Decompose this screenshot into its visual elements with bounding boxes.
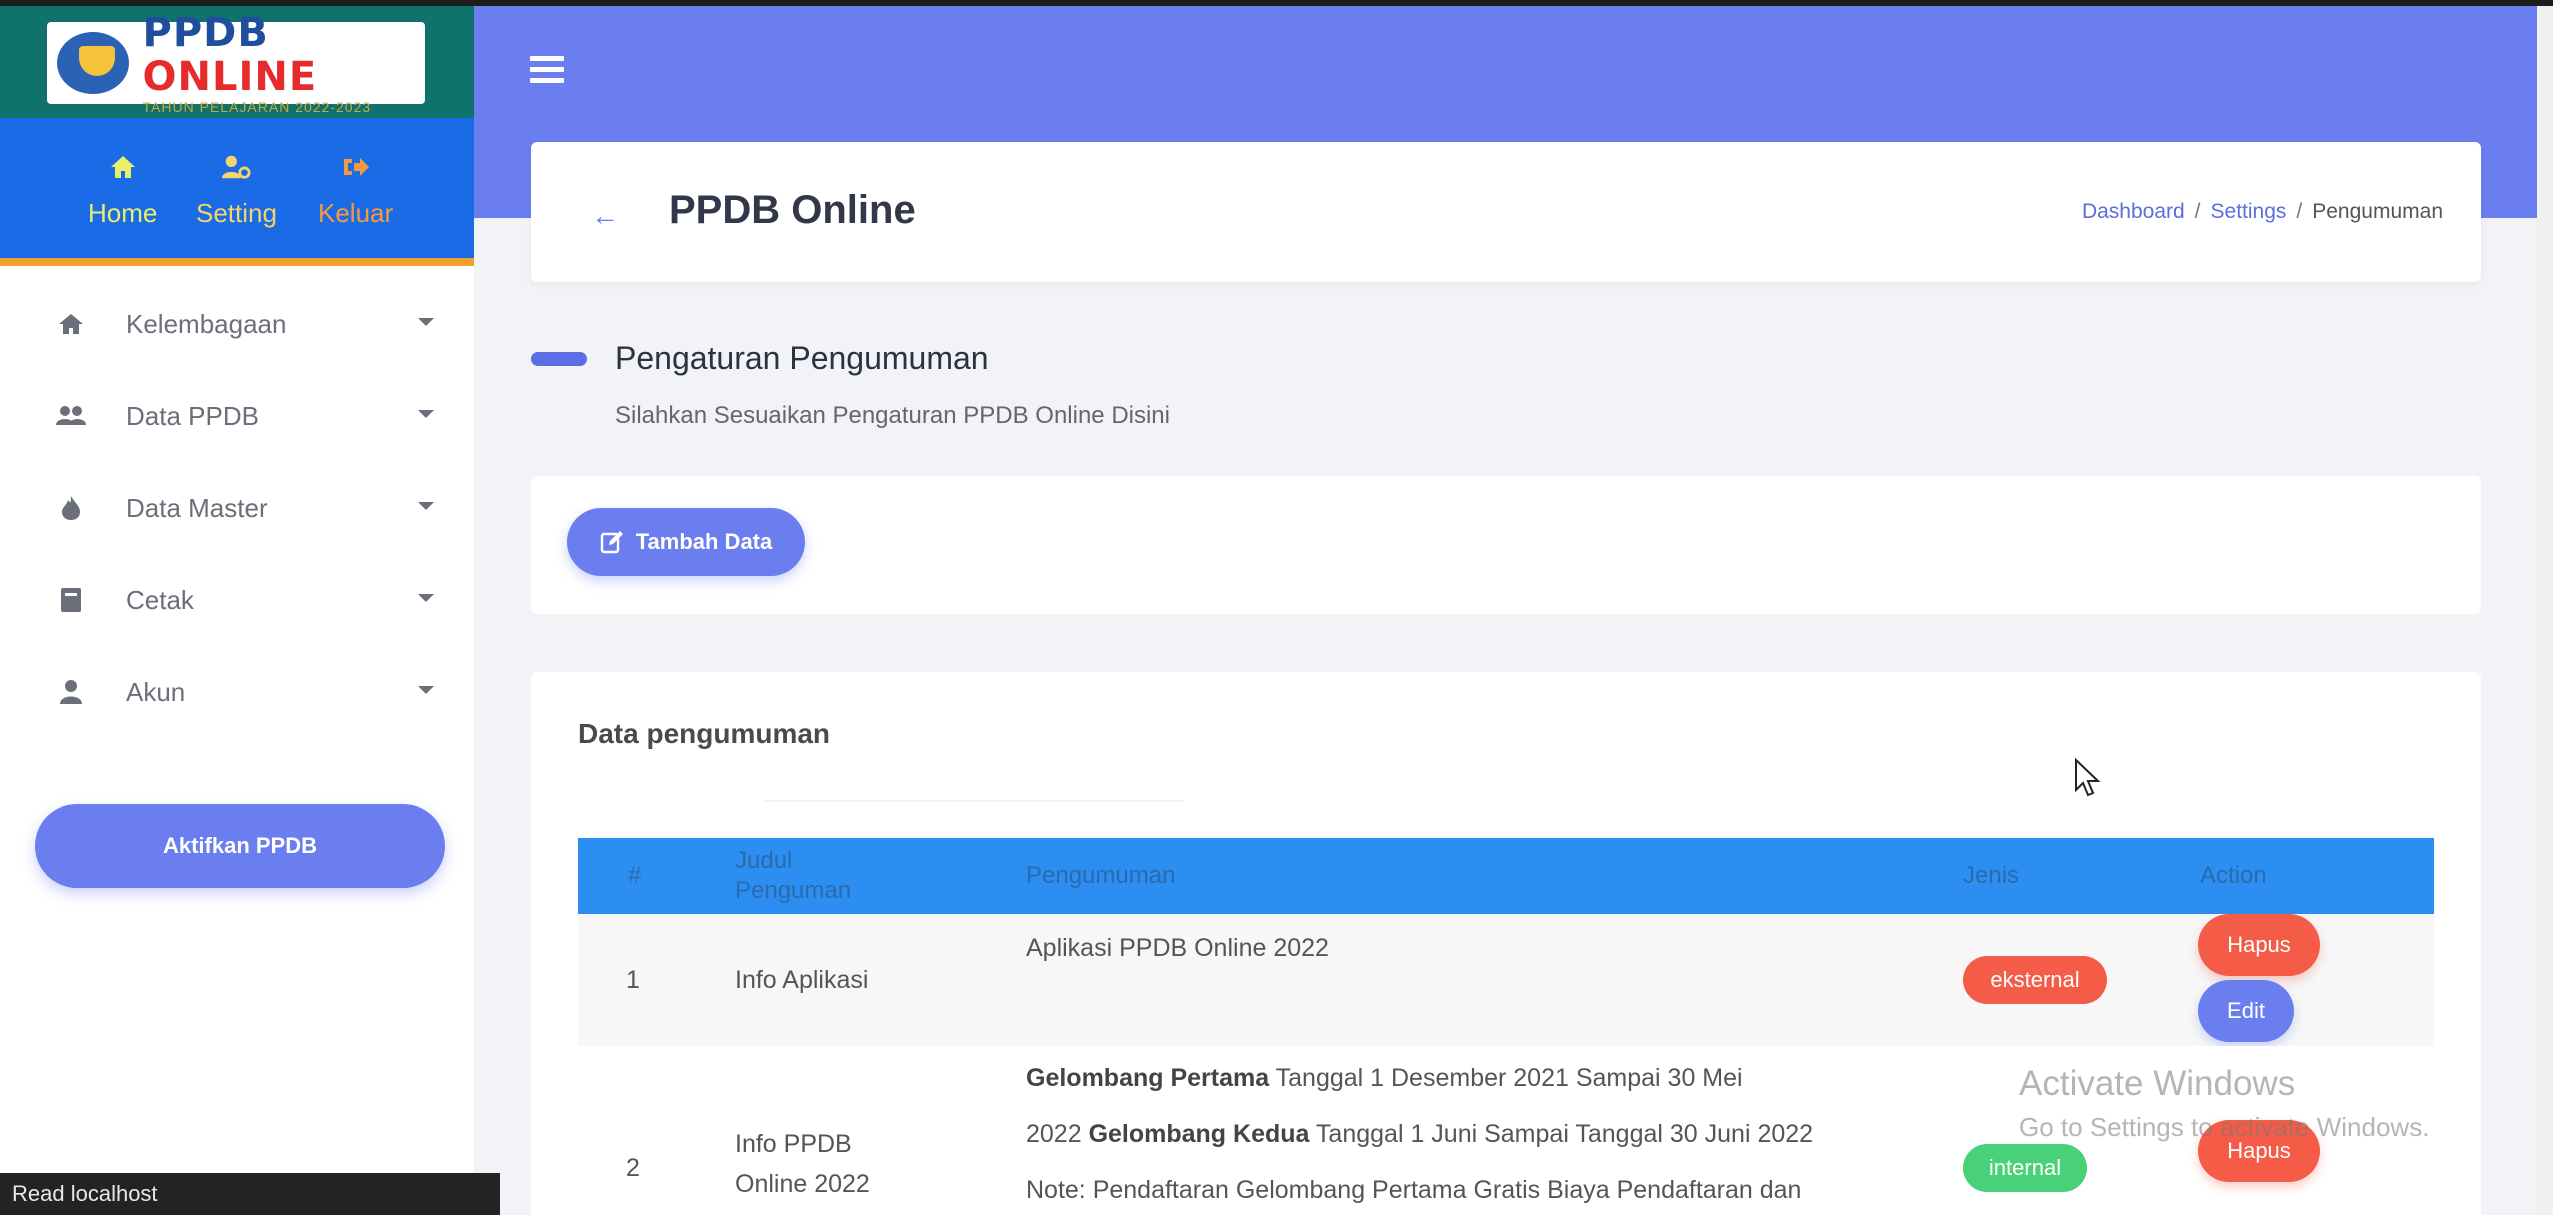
row-judul: Info Aplikasi [735, 966, 869, 994]
edit-icon [600, 531, 623, 554]
sidebar-item-data-ppdb[interactable]: Data PPDB [0, 370, 474, 462]
emblem-icon [57, 32, 129, 94]
sidebar-item-cetak[interactable]: Cetak [0, 554, 474, 646]
sign-out-icon [341, 152, 371, 182]
row-number: 2 [626, 1154, 640, 1182]
row-pengumuman: Aplikasi PPDB Online 2022 [1026, 934, 1329, 962]
table-row: 1 Info Aplikasi Aplikasi PPDB Online 202… [578, 914, 2434, 1046]
logo-title-online: ONLINE [142, 54, 318, 100]
book-icon [56, 585, 86, 615]
chevron-down-icon [418, 594, 434, 602]
top-menu: Home Setting Keluar [0, 118, 474, 266]
edit-button[interactable]: Edit [2198, 980, 2294, 1042]
jenis-badge: internal [1963, 1144, 2087, 1192]
sidebar-item-label: Akun [126, 676, 186, 707]
row-judul-line: Online 2022 [735, 1170, 870, 1198]
section-subtitle: Silahkan Sesuaikan Pengaturan PPDB Onlin… [615, 402, 1170, 429]
row-number: 1 [626, 966, 640, 994]
home-icon [56, 309, 86, 339]
sidebar-item-data-master[interactable]: Data Master [0, 462, 474, 554]
pengumuman-line: Gelombang Pertama Tanggal 1 Desember 202… [1026, 1064, 1743, 1092]
sidebar-item-label: Kelembagaan [126, 308, 287, 339]
logo-title: PPDB ONLINE [143, 11, 425, 99]
table-header: # Judul Penguman Pengumuman Jenis Action [578, 838, 2434, 914]
sidebar-item-akun[interactable]: Akun [0, 646, 474, 738]
sidebar-item-label: Data Master [126, 492, 268, 523]
tambah-data-label: Tambah Data [635, 529, 773, 554]
back-arrow-icon[interactable]: ← [591, 200, 619, 232]
breadcrumb-separator: / [2296, 200, 2303, 223]
column-header-judul[interactable]: Judul Penguman [735, 838, 895, 914]
section-pill [531, 352, 587, 366]
sidebar-item-label: Cetak [126, 584, 194, 615]
top-menu-setting-label: Setting [196, 198, 277, 228]
top-menu-home-label: Home [88, 198, 158, 228]
users-icon [56, 401, 86, 431]
breadcrumb-settings[interactable]: Settings [2211, 200, 2287, 223]
row-judul: Info PPDB Online 2022 [735, 1124, 870, 1204]
hapus-button[interactable]: Hapus [2198, 914, 2320, 976]
fire-icon [56, 493, 86, 523]
logo-title-ppdb: PPDB [142, 10, 269, 56]
sidebar-nav: Kelembagaan Data PPDB Data Master Cetak [0, 278, 474, 738]
pengumuman-line: Note: Pendaftaran Gelombang Pertama Grat… [1026, 1176, 1802, 1204]
chevron-down-icon [418, 686, 434, 694]
watermark-subtitle: Go to Settings to activate Windows. [2019, 1112, 2430, 1142]
pengumuman-line: 2022 Gelombang Kedua Tanggal 1 Juni Samp… [1026, 1120, 1814, 1148]
top-menu-keluar-label: Keluar [318, 198, 394, 228]
scrollbar[interactable] [2537, 6, 2553, 1215]
row-pengumuman: Gelombang Pertama Tanggal 1 Desember 202… [1026, 1050, 1846, 1215]
chevron-down-icon [418, 410, 434, 418]
chevron-down-icon [418, 318, 434, 326]
logo-area: PPDB ONLINE TAHUN PELAJARAN 2022-2023 [0, 6, 474, 118]
jenis-badge: eksternal [1963, 956, 2107, 1004]
activate-windows-watermark: Activate Windows Go to Settings to activ… [2019, 1064, 2429, 1143]
logo-subtitle: TAHUN PELAJARAN 2022-2023 [142, 99, 372, 115]
app-logo[interactable]: PPDB ONLINE TAHUN PELAJARAN 2022-2023 [47, 11, 425, 115]
breadcrumb-separator: / [2194, 200, 2201, 223]
top-menu-setting[interactable]: Setting [196, 152, 277, 229]
row-judul-line: Info PPDB [735, 1130, 852, 1158]
hamburger-menu-icon[interactable] [530, 56, 564, 84]
page-title: PPDB Online [669, 188, 916, 232]
watermark-title: Activate Windows [2019, 1064, 2296, 1103]
divider [763, 800, 1183, 802]
column-header-jenis[interactable]: Jenis [1963, 838, 2019, 914]
column-header-action[interactable]: Action [2200, 838, 2267, 914]
user-icon [56, 677, 86, 707]
column-header-number[interactable]: # [628, 838, 641, 914]
sidebar: PPDB ONLINE TAHUN PELAJARAN 2022-2023 Ho… [0, 6, 474, 1215]
breadcrumb: Dashboard / Settings / Pengumuman [2082, 200, 2443, 224]
section-title: Pengaturan Pengumuman [615, 340, 989, 376]
sidebar-item-label: Data PPDB [126, 400, 259, 431]
mouse-cursor-icon [2075, 758, 2101, 797]
page-title-card: ← PPDB Online Dashboard / Settings / Pengumu… [531, 142, 2481, 282]
column-header-pengumuman[interactable]: Pengumuman [1026, 838, 1175, 914]
user-gear-icon [221, 152, 251, 182]
top-menu-home[interactable]: Home [88, 152, 157, 229]
sidebar-item-kelembagaan[interactable]: Kelembagaan [0, 278, 474, 370]
chevron-down-icon [418, 502, 434, 510]
breadcrumb-current: Pengumuman [2312, 200, 2443, 223]
activate-ppdb-button[interactable]: Aktifkan PPDB [35, 804, 445, 888]
browser-status-bar: Read localhost [0, 1173, 500, 1215]
card-title: Data pengumuman [578, 718, 831, 749]
home-icon [108, 152, 138, 182]
tambah-data-button[interactable]: Tambah Data [567, 508, 805, 576]
breadcrumb-dashboard[interactable]: Dashboard [2082, 200, 2185, 223]
top-menu-keluar[interactable]: Keluar [318, 152, 393, 229]
action-card: Tambah Data [531, 476, 2481, 614]
